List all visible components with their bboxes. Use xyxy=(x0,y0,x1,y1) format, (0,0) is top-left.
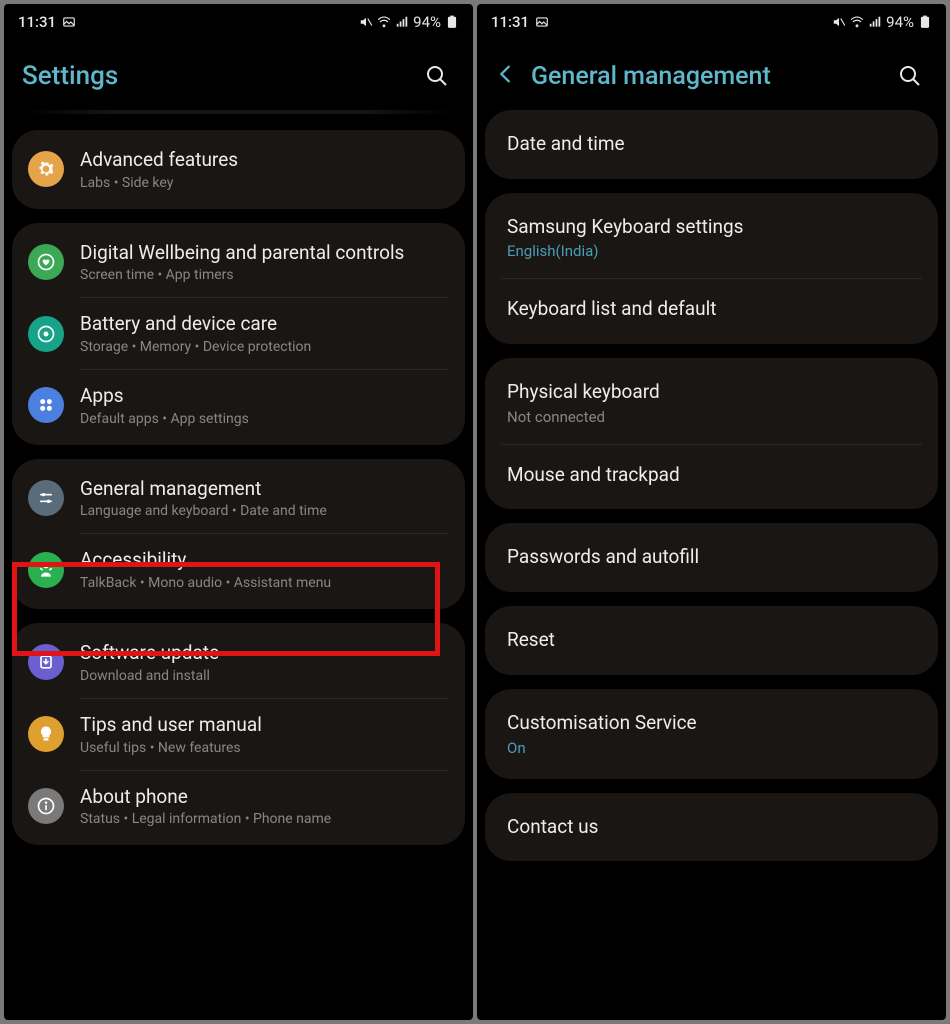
settings-row-software-update[interactable]: Software update Download and install xyxy=(12,627,465,698)
apps-icon xyxy=(28,387,64,423)
row-subtitle: Useful tips • New features xyxy=(80,740,449,756)
row-title: Reset xyxy=(507,628,916,653)
gm-row-contact-us[interactable]: Contact us xyxy=(485,797,938,858)
row-subtitle: Download and install xyxy=(80,668,449,684)
row-title: General management xyxy=(80,477,449,502)
row-title: Advanced features xyxy=(80,148,449,173)
phone-left: 11:31 94% Settings Advanced features Labs… xyxy=(4,4,473,1020)
mute-icon xyxy=(832,15,846,29)
settings-row-accessibility[interactable]: Accessibility TalkBack • Mono audio • Ass… xyxy=(12,534,465,605)
chevron-left-icon xyxy=(495,63,517,85)
search-button[interactable] xyxy=(419,58,455,94)
settings-row-digital-wellbeing-and-parental-controls[interactable]: Digital Wellbeing and parental controlsS… xyxy=(12,227,465,298)
back-button[interactable] xyxy=(495,63,517,89)
row-title: Samsung Keyboard settings xyxy=(507,215,916,240)
row-subtitle: Not connected xyxy=(507,408,916,426)
gm-row-passwords-and-autofill[interactable]: Passwords and autofill xyxy=(485,527,938,588)
bulb-icon xyxy=(28,716,64,752)
wifi-icon xyxy=(377,15,391,29)
gm-row-date-and-time[interactable]: Date and time xyxy=(485,114,938,175)
heart-icon xyxy=(28,244,64,280)
row-subtitle: English(India) xyxy=(507,242,916,260)
header-right: General management xyxy=(477,38,946,110)
row-title: Date and time xyxy=(507,132,916,157)
search-button[interactable] xyxy=(892,58,928,94)
picture-icon xyxy=(62,15,76,29)
row-subtitle: Language and keyboard • Date and time xyxy=(80,503,449,519)
row-subtitle: Default apps • App settings xyxy=(80,411,449,427)
gm-row-customisation-service[interactable]: Customisation Service On xyxy=(485,693,938,775)
settings-row-tips-and-user-manual[interactable]: Tips and user manual Useful tips • New fe… xyxy=(12,699,465,770)
settings-row-apps[interactable]: Apps Default apps • App settings xyxy=(12,370,465,441)
row-subtitle: Screen time • App timers xyxy=(80,267,449,283)
row-title: Physical keyboard xyxy=(507,380,916,405)
gear-icon xyxy=(28,151,64,187)
battery-percent: 94% xyxy=(413,13,441,31)
person-icon xyxy=(28,552,64,588)
row-title: Accessibility xyxy=(80,548,449,573)
gm-row-samsung-keyboard-settings[interactable]: Samsung Keyboard settings English(India) xyxy=(485,197,938,279)
status-bar: 11:31 94% xyxy=(4,4,473,38)
battery-percent: 94% xyxy=(886,13,914,31)
status-time: 11:31 xyxy=(18,13,56,31)
picture-icon xyxy=(535,15,549,29)
sliders-icon xyxy=(28,480,64,516)
row-title: About phone xyxy=(80,785,449,810)
search-icon xyxy=(425,64,449,88)
gm-row-keyboard-list-and-default[interactable]: Keyboard list and default xyxy=(485,279,938,340)
page-title: Settings xyxy=(22,61,405,91)
settings-row-general-management[interactable]: General managementLanguage and keyboard … xyxy=(12,463,465,534)
battery-icon xyxy=(445,15,459,29)
signal-icon xyxy=(868,15,882,29)
row-subtitle: On xyxy=(507,739,916,757)
gm-row-reset[interactable]: Reset xyxy=(485,610,938,671)
settings-row-battery-and-device-care[interactable]: Battery and device care Storage • Memory … xyxy=(12,298,465,369)
row-subtitle: Status • Legal information • Phone name xyxy=(80,811,449,827)
row-title: Software update xyxy=(80,641,449,666)
row-title: Apps xyxy=(80,384,449,409)
gm-row-physical-keyboard[interactable]: Physical keyboard Not connected xyxy=(485,362,938,444)
header-left: Settings xyxy=(4,38,473,110)
row-title: Customisation Service xyxy=(507,711,916,736)
wifi-icon xyxy=(850,15,864,29)
settings-row-advanced-features[interactable]: Advanced features Labs • Side key xyxy=(12,134,465,205)
page-title: General management xyxy=(531,62,878,91)
row-title: Passwords and autofill xyxy=(507,545,916,570)
general-management-list: Date and time Samsung Keyboard settings E… xyxy=(477,110,946,1020)
row-title: Battery and device care xyxy=(80,312,449,337)
row-title: Tips and user manual xyxy=(80,713,449,738)
row-title: Mouse and trackpad xyxy=(507,463,916,488)
status-time: 11:31 xyxy=(491,13,529,31)
status-bar: 11:31 94% xyxy=(477,4,946,38)
row-subtitle: TalkBack • Mono audio • Assistant menu xyxy=(80,575,449,591)
battery-icon xyxy=(918,15,932,29)
row-subtitle: Storage • Memory • Device protection xyxy=(80,339,449,355)
settings-list: Advanced features Labs • Side key Digital… xyxy=(4,130,473,1020)
shield-icon xyxy=(28,316,64,352)
row-title: Contact us xyxy=(507,815,916,840)
phone-right: 11:31 94% General management Date and ti… xyxy=(477,4,946,1020)
download-icon xyxy=(28,644,64,680)
row-subtitle: Labs • Side key xyxy=(80,175,449,191)
info-icon xyxy=(28,788,64,824)
scroll-indicator xyxy=(24,110,453,114)
gm-row-mouse-and-trackpad[interactable]: Mouse and trackpad xyxy=(485,445,938,506)
mute-icon xyxy=(359,15,373,29)
settings-row-about-phone[interactable]: About phoneStatus • Legal information • … xyxy=(12,771,465,842)
row-title: Digital Wellbeing and parental controls xyxy=(80,241,449,266)
search-icon xyxy=(898,64,922,88)
signal-icon xyxy=(395,15,409,29)
row-title: Keyboard list and default xyxy=(507,297,916,322)
